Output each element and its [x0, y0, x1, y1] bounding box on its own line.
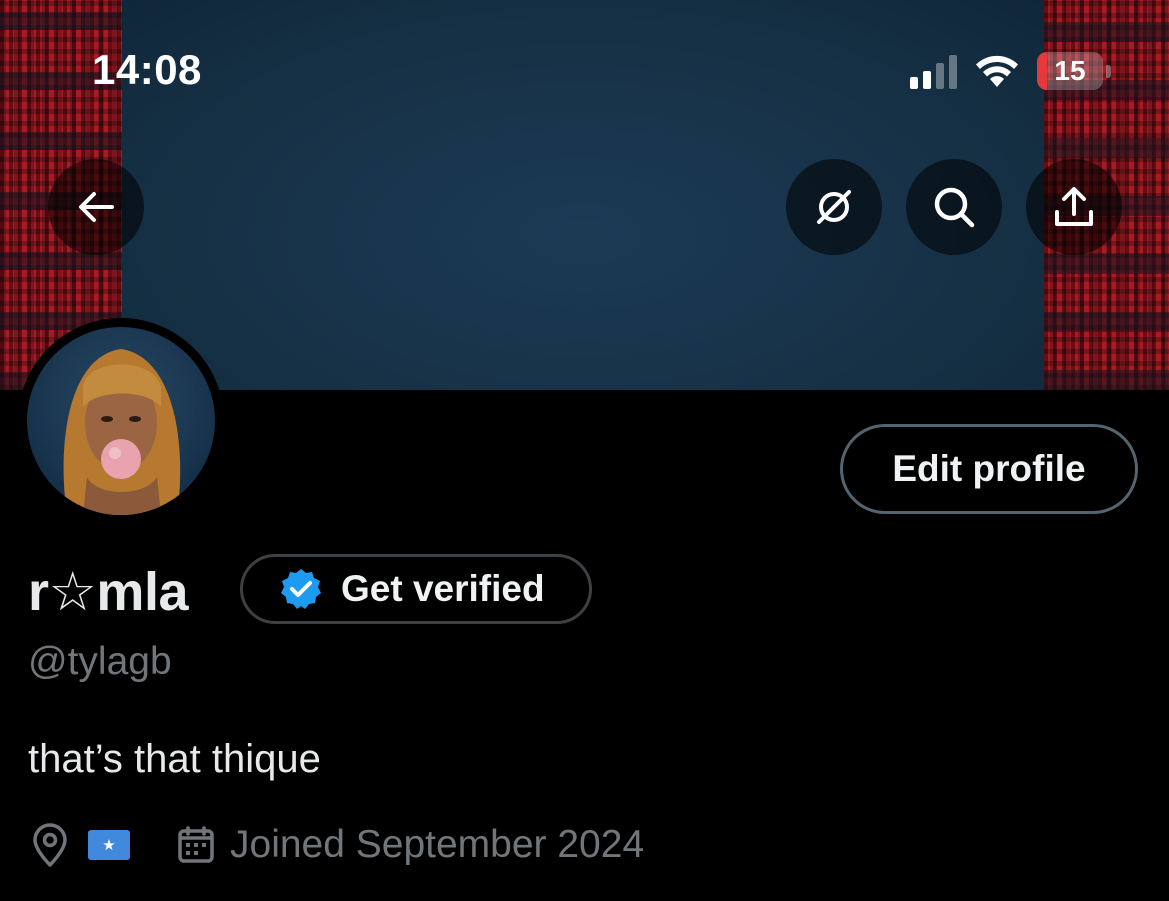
get-verified-label: Get verified: [341, 568, 545, 609]
flag-star: ★: [102, 836, 116, 854]
display-name: r☆mla: [28, 562, 188, 622]
grok-button[interactable]: [786, 159, 882, 255]
search-button[interactable]: [906, 159, 1002, 255]
share-button[interactable]: [1026, 159, 1122, 255]
search-icon: [934, 187, 975, 228]
status-icons: 15: [910, 52, 1111, 90]
wifi-icon: [976, 55, 1018, 87]
profile-avatar[interactable]: [18, 318, 224, 524]
battery-icon: 15: [1037, 52, 1111, 90]
joined-date: Joined September 2024: [230, 823, 645, 866]
avatar-image: [27, 327, 215, 515]
profile-location: ★: [30, 823, 130, 867]
edit-profile-button[interactable]: Edit profile: [840, 424, 1138, 514]
profile-meta: ★ Joined September 2024: [30, 820, 644, 870]
cellular-signal-icon: [910, 53, 957, 89]
somalia-flag-icon: ★: [88, 830, 130, 860]
back-button[interactable]: [48, 159, 144, 255]
location-pin-icon: [33, 823, 67, 867]
profile-bio: that’s that thique: [28, 737, 321, 781]
banner-image: [122, 0, 1044, 390]
status-time: 14:08: [92, 46, 202, 93]
profile-joined: Joined September 2024: [176, 823, 644, 867]
battery-level: 15: [1054, 55, 1086, 86]
get-verified-button[interactable]: Get verified: [240, 554, 592, 624]
calendar-icon: [178, 826, 214, 863]
verified-badge-icon: [281, 569, 321, 609]
share-icon: [1055, 187, 1093, 226]
arrow-left-icon: [79, 192, 114, 222]
grok-icon: [817, 190, 851, 224]
profile-handle: @tylagb: [28, 640, 172, 683]
